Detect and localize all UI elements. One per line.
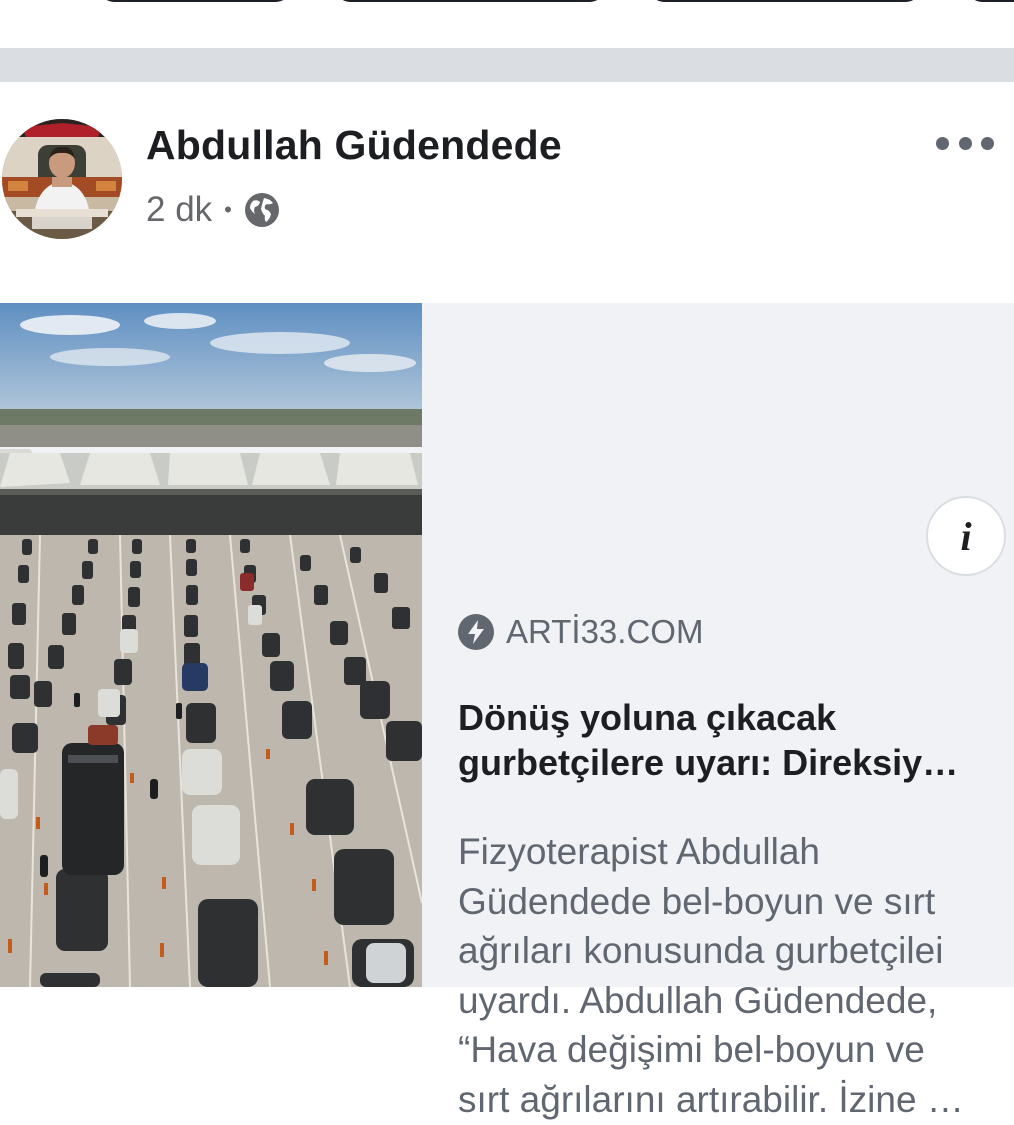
link-source: ARTİ33.COM: [458, 613, 703, 651]
avatar-photo: [2, 119, 122, 239]
avatar[interactable]: [2, 119, 122, 239]
story-card-edge[interactable]: [336, 0, 604, 2]
stories-strip: [0, 0, 1014, 48]
post-timestamp[interactable]: 2 dk: [146, 190, 212, 230]
link-preview-card[interactable]: i ARTİ33.COM Dönüş yoluna çıkacak gurbet…: [0, 303, 1014, 1120]
description-line: ağrıları konusunda gurbetçilei: [458, 930, 944, 972]
description-line: Fizyoterapist Abdullah: [458, 831, 820, 872]
post-meta: 2 dk •: [146, 190, 280, 230]
description-line: “Hava değişimi bel-boyun ve: [458, 1029, 925, 1071]
article-thumbnail[interactable]: [0, 303, 422, 987]
author-name[interactable]: Abdullah Güdendede: [146, 122, 562, 169]
description-line: Güdendede bel-boyun ve sırt: [458, 880, 936, 922]
more-options-icon[interactable]: [936, 126, 994, 160]
feed-separator: [0, 48, 1014, 82]
story-card-edge[interactable]: [650, 0, 920, 2]
border-gate-photo: [0, 303, 422, 987]
description-line: uyardı. Abdullah Güdendede,: [458, 979, 938, 1021]
link-headline[interactable]: Dönüş yoluna çıkacak gurbetçilere uyarı:…: [458, 695, 1010, 785]
story-card-edge[interactable]: [100, 0, 290, 2]
globe-icon: [244, 192, 280, 228]
info-icon[interactable]: i: [926, 496, 1006, 576]
headline-line: Dönüş yoluna çıkacak: [458, 697, 837, 738]
instant-articles-bolt-icon: [458, 614, 494, 650]
description-line: sırt ağrılarını artırabilir. İzine …: [458, 1078, 964, 1120]
story-card-edge[interactable]: [968, 0, 1014, 2]
link-description: Fizyoterapist Abdullah Güdendede bel-boy…: [458, 827, 1014, 1125]
meta-separator: •: [224, 197, 232, 222]
feed-post: Abdullah Güdendede 2 dk • i ARTİ33.COM D…: [0, 82, 1014, 1120]
headline-line: gurbetçilere uyarı: Direksiy…: [458, 742, 959, 783]
link-source-domain: ARTİ33.COM: [506, 613, 704, 650]
